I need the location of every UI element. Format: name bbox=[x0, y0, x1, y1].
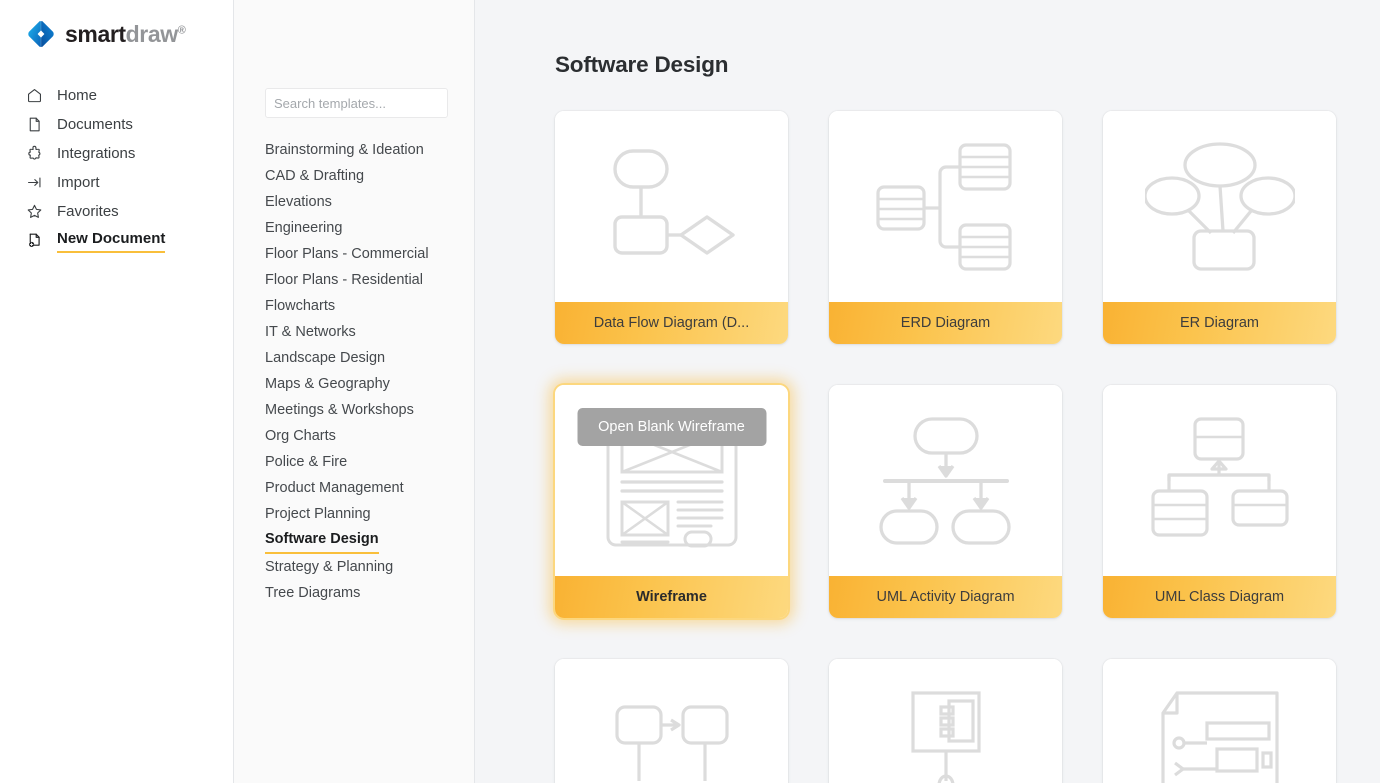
template-card-label: ERD Diagram bbox=[829, 302, 1062, 344]
category-item-elevations[interactable]: Elevations bbox=[265, 189, 332, 215]
category-item-floor-plans-residential[interactable]: Floor Plans - Residential bbox=[265, 267, 423, 293]
document-plus-icon bbox=[24, 231, 44, 251]
category-item-org-charts[interactable]: Org Charts bbox=[265, 423, 336, 449]
search-templates-box bbox=[265, 88, 448, 118]
category-item-engineering[interactable]: Engineering bbox=[265, 215, 342, 241]
template-card-erd-diagram[interactable]: ERD Diagram bbox=[829, 111, 1062, 344]
template-card-uml-class-diagram[interactable]: UML Class Diagram bbox=[1103, 385, 1336, 618]
template-category-panel: Brainstorming & Ideation CAD & Drafting … bbox=[234, 0, 475, 783]
puzzle-piece-icon bbox=[24, 144, 44, 164]
template-card-uml-activity-diagram[interactable]: UML Activity Diagram bbox=[829, 385, 1062, 618]
brand-name-part1: smart bbox=[65, 21, 126, 47]
template-card-er-diagram[interactable]: ER Diagram bbox=[1103, 111, 1336, 344]
category-item-maps-geography[interactable]: Maps & Geography bbox=[265, 371, 390, 397]
template-card-row3-col1[interactable] bbox=[555, 659, 788, 783]
left-navigation-sidebar: smartdraw® Home Documents bbox=[0, 0, 234, 783]
nav-item-new-document-label: New Document bbox=[57, 229, 165, 253]
template-thumbnail-erd-diagram bbox=[829, 111, 1062, 302]
template-thumbnail-uml-class-diagram bbox=[1103, 385, 1336, 576]
nav-item-favorites[interactable]: Favorites bbox=[0, 197, 233, 226]
category-item-it-networks[interactable]: IT & Networks bbox=[265, 319, 356, 345]
category-item-software-design[interactable]: Software Design bbox=[265, 527, 379, 554]
nav-item-import-label: Import bbox=[57, 173, 100, 193]
template-card-label: UML Class Diagram bbox=[1103, 576, 1336, 618]
home-icon bbox=[24, 86, 44, 106]
category-item-flowcharts[interactable]: Flowcharts bbox=[265, 293, 335, 319]
category-list: Brainstorming & Ideation CAD & Drafting … bbox=[234, 137, 474, 606]
nav-item-documents-label: Documents bbox=[57, 115, 133, 135]
page-title: Software Design bbox=[555, 52, 1380, 78]
search-input[interactable] bbox=[266, 89, 448, 117]
nav-item-home[interactable]: Home bbox=[0, 81, 233, 110]
template-thumbnail-uml-activity-diagram bbox=[829, 385, 1062, 576]
document-icon bbox=[24, 115, 44, 135]
category-item-product-management[interactable]: Product Management bbox=[265, 475, 404, 501]
template-card-wireframe[interactable]: Open Blank Wireframe bbox=[555, 385, 788, 618]
nav-item-new-document[interactable]: New Document bbox=[0, 226, 233, 255]
category-item-floor-plans-commercial[interactable]: Floor Plans - Commercial bbox=[265, 241, 429, 267]
template-thumbnail-row3-col1 bbox=[555, 659, 788, 783]
smartdraw-chevron-logo-icon bbox=[26, 19, 56, 49]
category-item-brainstorming-ideation[interactable]: Brainstorming & Ideation bbox=[265, 137, 424, 163]
template-card-data-flow-diagram[interactable]: Data Flow Diagram (D... bbox=[555, 111, 788, 344]
app-root: smartdraw® Home Documents bbox=[0, 0, 1380, 783]
brand-logo[interactable]: smartdraw® bbox=[0, 0, 233, 50]
open-blank-wireframe-button[interactable]: Open Blank Wireframe bbox=[577, 408, 766, 446]
nav-item-documents[interactable]: Documents bbox=[0, 110, 233, 139]
star-icon bbox=[24, 202, 44, 222]
template-thumbnail-row3-col3 bbox=[1103, 659, 1336, 783]
template-card-label: Wireframe bbox=[555, 576, 788, 618]
nav-item-import[interactable]: Import bbox=[0, 168, 233, 197]
brand-name-part2: draw bbox=[126, 21, 178, 47]
primary-nav-list: Home Documents Integrations bbox=[0, 81, 233, 255]
template-card-row3-col2[interactable] bbox=[829, 659, 1062, 783]
category-item-project-planning[interactable]: Project Planning bbox=[265, 501, 371, 527]
brand-trademark: ® bbox=[178, 24, 186, 36]
brand-name: smartdraw® bbox=[65, 23, 185, 46]
nav-item-home-label: Home bbox=[57, 86, 97, 106]
template-thumbnail-er-diagram bbox=[1103, 111, 1336, 302]
category-item-cad-drafting[interactable]: CAD & Drafting bbox=[265, 163, 364, 189]
category-item-police-fire[interactable]: Police & Fire bbox=[265, 449, 347, 475]
template-card-row3-col3[interactable] bbox=[1103, 659, 1336, 783]
template-card-label: ER Diagram bbox=[1103, 302, 1336, 344]
template-gallery-main: Software Design Data Flow Diagram (D... bbox=[475, 0, 1380, 783]
template-thumbnail-data-flow-diagram bbox=[555, 111, 788, 302]
import-arrow-icon bbox=[24, 173, 44, 193]
category-item-meetings-workshops[interactable]: Meetings & Workshops bbox=[265, 397, 414, 423]
nav-item-integrations-label: Integrations bbox=[57, 144, 135, 164]
nav-item-favorites-label: Favorites bbox=[57, 202, 119, 222]
template-card-grid: Data Flow Diagram (D... bbox=[555, 111, 1335, 783]
category-item-tree-diagrams[interactable]: Tree Diagrams bbox=[265, 580, 360, 606]
template-thumbnail-row3-col2 bbox=[829, 659, 1062, 783]
template-card-label: UML Activity Diagram bbox=[829, 576, 1062, 618]
category-item-strategy-planning[interactable]: Strategy & Planning bbox=[265, 554, 393, 580]
nav-item-integrations[interactable]: Integrations bbox=[0, 139, 233, 168]
category-item-landscape-design[interactable]: Landscape Design bbox=[265, 345, 385, 371]
template-card-label: Data Flow Diagram (D... bbox=[555, 302, 788, 344]
